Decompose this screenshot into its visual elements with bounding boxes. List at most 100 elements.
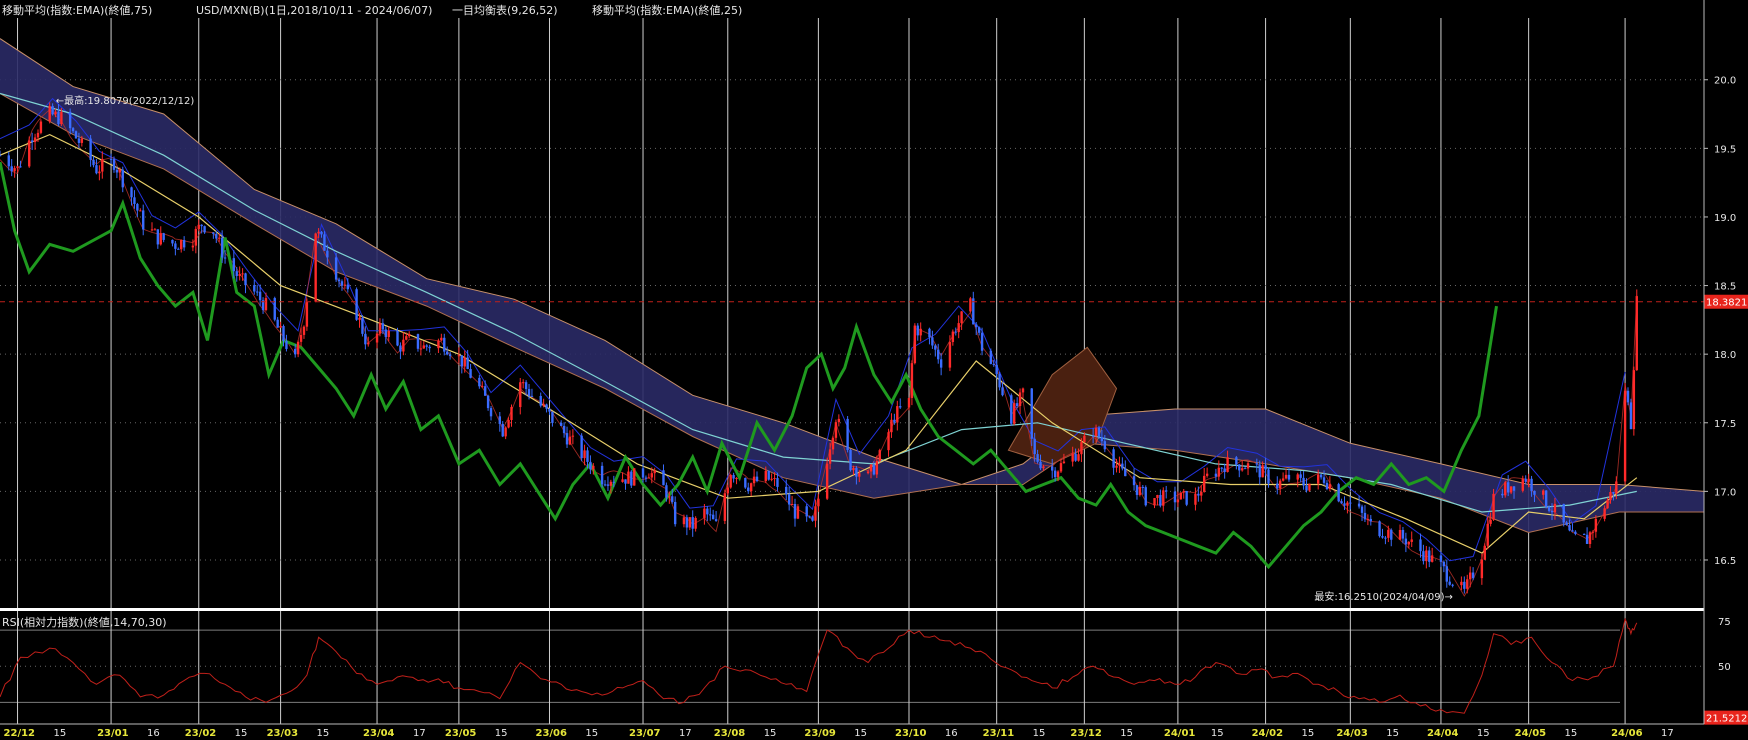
candle-body	[1077, 454, 1080, 461]
candle-body	[1337, 484, 1340, 502]
candle-body	[1185, 491, 1188, 505]
candle-body	[402, 339, 405, 352]
candle-body	[633, 468, 636, 486]
candle-body	[501, 423, 504, 437]
candle-body	[109, 158, 113, 160]
date-axis-label: 15	[1565, 728, 1578, 739]
date-axis-label: 15	[53, 728, 66, 739]
candle-body	[1118, 463, 1121, 466]
candle-body	[57, 111, 60, 125]
candle-body	[1325, 482, 1329, 489]
candle-body	[130, 187, 133, 198]
candle-body	[1246, 463, 1250, 469]
candle-body	[1544, 490, 1548, 507]
candle-body	[641, 468, 645, 478]
candle-body	[682, 517, 686, 525]
candle-body	[343, 284, 347, 286]
candle-body	[326, 250, 329, 258]
candle-body	[714, 519, 718, 521]
candle-body	[688, 517, 691, 528]
candle-body	[466, 357, 469, 370]
candle-body	[1363, 512, 1367, 520]
date-axis-label: 16	[147, 728, 160, 739]
date-axis-label: 23/12	[1070, 728, 1102, 739]
candle-body	[203, 226, 206, 233]
candle-body	[481, 386, 484, 388]
candle-body	[399, 345, 402, 352]
candle-body	[419, 348, 423, 350]
candle-body	[305, 301, 309, 327]
date-axis-label: 24/04	[1427, 728, 1459, 739]
candle-body	[1278, 480, 1282, 489]
candle-body	[668, 496, 671, 498]
candle-body	[709, 514, 712, 516]
candle-body	[448, 354, 452, 357]
candle-body	[1486, 523, 1489, 546]
candle-body	[10, 166, 13, 172]
candle-body	[869, 464, 873, 472]
candle-body	[232, 258, 236, 272]
candle-body	[858, 473, 861, 477]
candle-body	[1141, 486, 1145, 488]
candle-body	[101, 158, 104, 172]
date-axis-label: 24/03	[1336, 728, 1368, 739]
candle-body	[1419, 539, 1422, 552]
candle-body	[223, 257, 227, 259]
candle-body	[919, 328, 922, 336]
candle-body	[671, 496, 674, 502]
candle-body	[182, 240, 186, 248]
header-ema75-label: 移動平均(指数:EMA)(終値,75)	[2, 4, 153, 17]
candle-body	[358, 317, 361, 320]
candle-body	[48, 106, 51, 122]
candle-body	[1460, 581, 1463, 586]
candle-body	[1343, 503, 1346, 506]
candle-body	[559, 422, 563, 426]
candle-body	[54, 111, 57, 115]
date-axis-label: 17	[679, 728, 692, 739]
date-axis-label: 23/02	[185, 728, 217, 739]
candle-body	[644, 477, 648, 479]
candle-body	[177, 248, 180, 250]
candle-body	[586, 450, 589, 462]
candle-body	[755, 476, 759, 482]
candle-body	[28, 140, 31, 167]
candle-body	[951, 331, 955, 343]
candle-body	[1591, 531, 1595, 533]
candle-body	[937, 349, 940, 360]
candle-body	[875, 460, 879, 475]
candle-body	[95, 165, 98, 174]
candle-body	[510, 407, 513, 420]
candle-body	[1021, 388, 1025, 393]
candle-body	[621, 479, 624, 482]
candle-body	[729, 475, 732, 488]
candle-body	[212, 232, 215, 234]
candle-body	[1632, 370, 1636, 430]
candle-body	[913, 325, 917, 364]
candle-body	[1173, 491, 1177, 503]
candle-body	[1197, 493, 1200, 496]
candle-body	[437, 340, 440, 349]
candle-body	[694, 517, 697, 529]
candle-body	[711, 514, 715, 520]
candle-body	[896, 406, 899, 423]
candle-body	[375, 333, 379, 343]
candle-body	[735, 477, 738, 479]
candle-body	[530, 395, 534, 397]
candle-body	[1235, 457, 1238, 465]
candle-body	[460, 355, 464, 367]
candle-body	[744, 477, 747, 488]
date-axis-label: 23/05	[445, 728, 477, 739]
candle-body	[1302, 477, 1305, 486]
candle-body	[1428, 550, 1431, 562]
candle-body	[355, 289, 358, 320]
candle-body	[1053, 470, 1057, 478]
date-axis-label: 16	[945, 728, 958, 739]
candle-body	[30, 140, 34, 143]
candle-body	[483, 386, 487, 396]
candle-body	[36, 132, 40, 138]
candle-body	[39, 121, 43, 133]
candle-body	[1018, 392, 1022, 407]
candle-body	[89, 138, 92, 160]
candle-body	[197, 224, 200, 230]
candle-body	[407, 334, 411, 337]
